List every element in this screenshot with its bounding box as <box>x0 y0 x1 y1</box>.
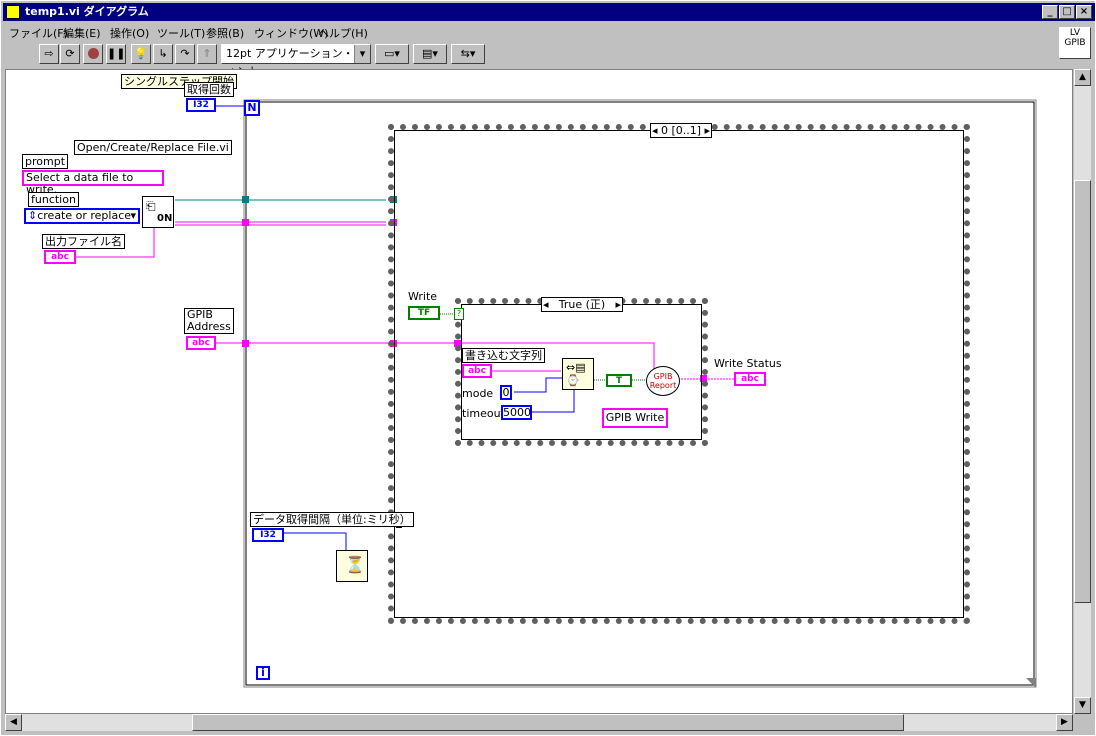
run-arrow-icon[interactable]: ⇨ <box>39 44 59 64</box>
case-prev-icon[interactable]: ◂ <box>543 298 549 311</box>
function-enum[interactable]: ⇕create or replace ▾ <box>24 208 140 224</box>
step-out-icon: ⇑ <box>197 44 217 64</box>
file-vi-symbol: 0N <box>157 213 173 224</box>
write-boolean-control[interactable]: TF <box>408 306 440 320</box>
enum-arrow-icon: ⇕ <box>28 209 38 222</box>
menu-file[interactable]: ファイル(F) <box>9 25 68 41</box>
vertical-scrollbar[interactable]: ▲ ▼ <box>1074 69 1091 714</box>
connector-line-2: GPIB <box>1064 38 1086 48</box>
labview-app-icon <box>6 5 20 19</box>
prompt-constant[interactable]: Select a data file to write. <box>22 170 164 196</box>
gpib-report-line-1: GPIB <box>653 372 673 381</box>
open-file-vi-icon[interactable]: ⎗ 0N <box>142 196 174 228</box>
gpib-label-line-2: Address <box>187 320 231 333</box>
prompt-label: prompt <box>22 154 69 169</box>
open-file-vi-label: Open/Create/Replace File.vi <box>74 140 232 155</box>
toolbar: ⇨ ⟳ ❚❚ 💡 ↳ ↷ ⇑ 12pt アプリケーション・フォント ▾ ▭▾ ▤… <box>3 27 1095 78</box>
loop-count-terminal[interactable]: N <box>244 100 260 116</box>
timeout-constant[interactable]: 5000 <box>501 405 532 420</box>
title-bar[interactable]: temp1.vi ダイアグラム <box>3 3 1095 21</box>
gpib-address-control[interactable]: abc <box>186 336 216 350</box>
case-next-icon[interactable]: ▸ <box>615 298 621 311</box>
mode-constant[interactable]: 0 <box>500 385 512 400</box>
gpib-report-vi-icon[interactable]: GPIB Report <box>646 366 680 396</box>
metronome-icon: ⏳ <box>345 555 365 574</box>
interval-control[interactable]: I32 <box>252 528 284 542</box>
sequence-selector[interactable]: ◂ 0 [0..1] ▸ <box>650 123 712 138</box>
scroll-up-icon[interactable]: ▲ <box>1074 69 1091 86</box>
wait-ms-metronome-icon[interactable]: ⏳ <box>336 550 368 582</box>
gpib-address-label: GPIB Address <box>184 308 234 334</box>
mode-label: mode <box>462 387 494 400</box>
write-string-control[interactable]: abc <box>462 364 492 378</box>
write-status-indicator[interactable]: abc <box>734 372 766 386</box>
case-selector-terminal: ? <box>454 308 464 320</box>
abort-icon[interactable] <box>83 44 103 64</box>
step-over-icon[interactable]: ↷ <box>175 44 195 64</box>
menu-browse[interactable]: 参照(B) <box>206 25 244 41</box>
true-constant[interactable]: T <box>606 374 632 387</box>
loop-count-label: 取得回数 <box>184 82 234 97</box>
reorder-icon[interactable]: ⇆▾ <box>451 44 485 64</box>
case-selector[interactable]: ◂ True (正) ▸ <box>541 297 623 312</box>
highlight-execution-icon[interactable]: 💡 <box>131 44 151 64</box>
window-title: temp1.vi ダイアグラム <box>25 5 149 18</box>
file-dialog-icon: ⎗ <box>146 199 156 213</box>
connector-line-1: LV <box>1069 28 1081 38</box>
gpib-clock-icon: ⌚ <box>566 374 580 387</box>
scroll-left-icon[interactable]: ◀ <box>5 714 22 731</box>
sequence-prev-icon[interactable]: ◂ <box>652 124 658 137</box>
gpib-write-vi-icon[interactable]: ⇔▤ ⌚ <box>562 358 594 390</box>
minimize-button[interactable]: _ <box>1042 5 1058 19</box>
font-select[interactable]: 12pt アプリケーション・フォント ▾ <box>221 44 371 78</box>
horizontal-scroll-thumb[interactable] <box>192 714 904 731</box>
output-file-label: 出力ファイル名 <box>42 234 125 249</box>
menu-operate[interactable]: 操作(O) <box>110 25 149 41</box>
chevron-down-icon[interactable]: ▾ <box>130 210 136 222</box>
loop-count-control[interactable]: I32 <box>186 98 216 112</box>
write-string-label: 書き込む文字列 <box>462 348 545 363</box>
menu-bar: ファイル(F) 編集(E) 操作(O) ツール(T) 参照(B) ウィンドウ(W… <box>3 22 1095 41</box>
pause-icon[interactable]: ❚❚ <box>106 44 126 64</box>
output-file-control[interactable]: abc <box>44 250 76 264</box>
run-continuously-icon[interactable]: ⟳ <box>60 44 80 64</box>
menu-edit[interactable]: 編集(E) <box>63 25 101 41</box>
vertical-scroll-thumb[interactable] <box>1074 180 1091 603</box>
block-diagram-canvas[interactable]: ◂ 0 [0..1] ▸ ◂ True (正) ▸ シングルステップ開始 取得回… <box>5 69 1073 714</box>
loop-iteration-terminal[interactable]: i <box>256 666 270 680</box>
gpib-write-symbol-icon: ⇔▤ <box>566 361 586 374</box>
align-objects-icon[interactable]: ▭▾ <box>375 44 409 64</box>
close-button[interactable]: × <box>1076 5 1092 19</box>
horizontal-scrollbar[interactable]: ◀ ▶ <box>5 714 1073 731</box>
menu-tools[interactable]: ツール(T) <box>157 25 205 41</box>
distribute-objects-icon[interactable]: ▤▾ <box>413 44 447 64</box>
gpib-report-line-2: Report <box>649 381 677 390</box>
resize-grip[interactable] <box>1074 714 1091 731</box>
maximize-button[interactable]: □ <box>1059 5 1075 19</box>
case-selector-value: True (正) <box>558 298 606 311</box>
step-into-icon[interactable]: ↳ <box>153 44 173 64</box>
sequence-selector-value: 0 [0..1] <box>660 124 702 137</box>
interval-label: データ取得間隔（単位:ミリ秒） <box>250 512 414 527</box>
function-value: create or replace <box>37 209 132 222</box>
scroll-right-icon[interactable]: ▶ <box>1056 714 1073 731</box>
function-label: function <box>28 192 79 207</box>
main-window: temp1.vi ダイアグラム _ □ × ファイル(F) 編集(E) 操作(O… <box>0 0 1096 736</box>
menu-help[interactable]: ヘルプ(H) <box>318 25 368 41</box>
write-status-label: Write Status <box>714 357 782 370</box>
vi-connector-icon[interactable]: LV GPIB <box>1059 27 1091 59</box>
chevron-down-icon[interactable]: ▾ <box>354 45 370 63</box>
scroll-down-icon[interactable]: ▼ <box>1074 697 1091 714</box>
sequence-next-icon[interactable]: ▸ <box>704 124 710 137</box>
timeout-label: timeout <box>462 407 505 420</box>
gpib-write-string-constant[interactable]: GPIB Write <box>602 408 668 428</box>
write-label: Write <box>408 290 438 303</box>
